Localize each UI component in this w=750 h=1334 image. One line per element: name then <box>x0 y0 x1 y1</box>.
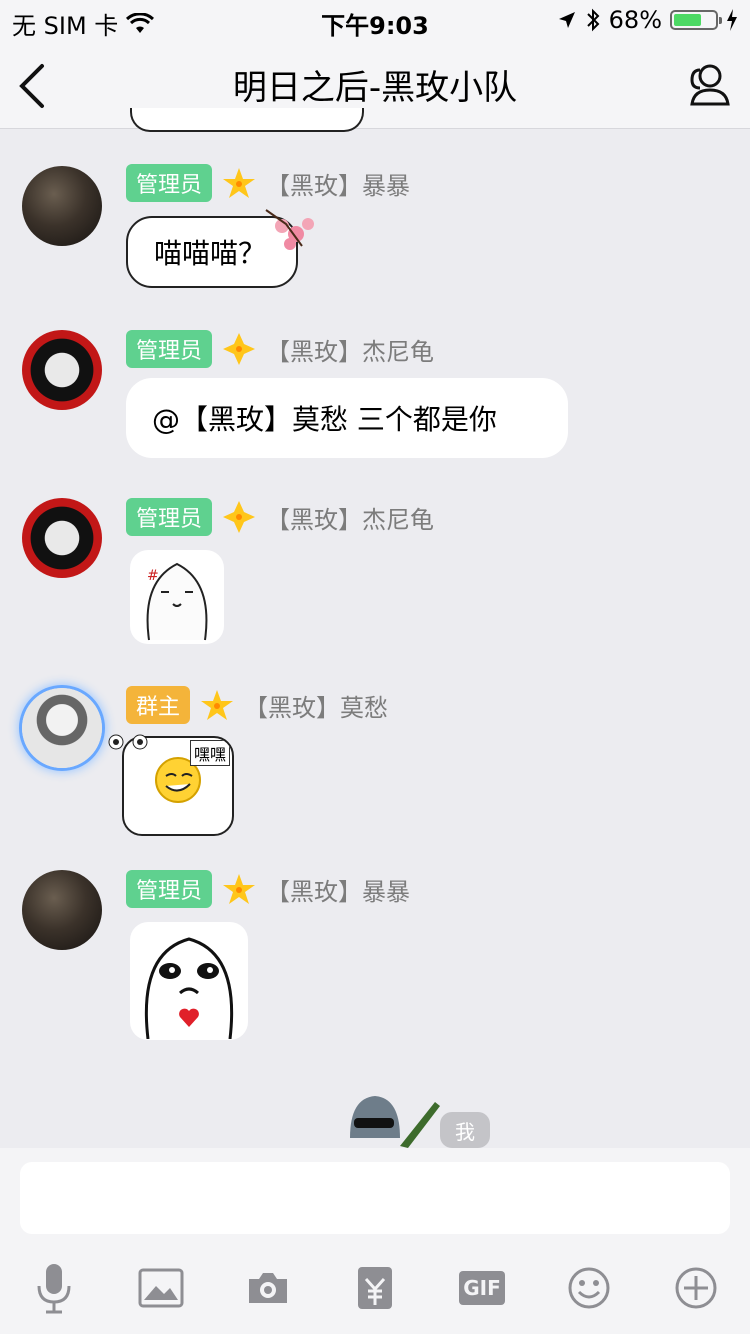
message-meta: 管理员 【黑玫】杰尼龟 <box>126 330 434 368</box>
owner-badge: 群主 <box>126 686 191 724</box>
emoji-icon[interactable] <box>559 1258 619 1318</box>
message-meta: 群主 【黑玫】莫愁 <box>126 686 388 724</box>
star-icon <box>223 874 256 904</box>
owner-avatar[interactable] <box>22 688 102 768</box>
red-packet-icon[interactable] <box>345 1258 405 1318</box>
microphone-icon[interactable] <box>24 1258 84 1318</box>
status-right: 68% <box>557 6 738 34</box>
message-text: @【黑玫】莫愁 三个都是你 <box>152 403 497 436</box>
self-avatar-decoration <box>350 1096 440 1148</box>
sender-name: 【黑玫】杰尼龟 <box>266 505 435 534</box>
message-meta: 管理员 【黑玫】杰尼龟 <box>126 498 434 536</box>
self-tag: 我 <box>440 1112 490 1148</box>
sender-name: 【黑玫】暴暴 <box>266 877 411 906</box>
star-icon <box>201 690 234 720</box>
status-bar: 无 SIM 卡 下午9:03 68% <box>0 0 750 40</box>
blush-face-sticker[interactable]: # <box>130 550 224 644</box>
bluetooth-icon <box>586 8 600 32</box>
sender-name: 【黑玫】杰尼龟 <box>266 337 435 366</box>
camera-icon[interactable] <box>238 1258 298 1318</box>
admin-badge: 管理员 <box>126 498 213 536</box>
image-icon[interactable] <box>131 1258 191 1318</box>
location-icon <box>558 12 575 28</box>
diamond-star-icon <box>223 501 256 533</box>
gif-label: GIF <box>459 1271 505 1305</box>
heart-face-icon <box>144 937 234 1039</box>
chat-title: 明日之后-黑玫小队 <box>232 68 518 108</box>
diamond-star-icon <box>223 333 256 365</box>
star-icon <box>223 168 256 198</box>
sticker-caption: 嘿嘿 <box>189 740 230 766</box>
sender-name: 【黑玫】暴暴 <box>266 171 411 200</box>
svg-text:#: # <box>147 568 159 584</box>
input-area: GIF <box>0 1148 750 1334</box>
avatar[interactable] <box>22 330 102 410</box>
charging-icon <box>727 9 737 31</box>
message-meta: 管理员 【黑玫】暴暴 <box>126 164 410 202</box>
blush-face-icon: # <box>146 562 208 641</box>
avatar[interactable] <box>22 498 102 578</box>
message-input[interactable] <box>20 1162 730 1234</box>
plus-icon[interactable] <box>666 1258 726 1318</box>
nav-bar: 明日之后-黑玫小队 <box>0 40 750 129</box>
battery-percent: 68% <box>608 6 662 34</box>
heart-face-sticker[interactable] <box>130 922 248 1040</box>
sender-name: 【黑玫】莫愁 <box>244 693 389 722</box>
avatar[interactable] <box>22 870 102 950</box>
message-bubble[interactable]: @【黑玫】莫愁 三个都是你 <box>126 378 568 458</box>
blossom-decoration-icon <box>265 209 314 250</box>
input-toolbar: GIF <box>0 1258 750 1318</box>
admin-badge: 管理员 <box>126 330 213 368</box>
message-meta: 管理员 【黑玫】暴暴 <box>126 870 410 908</box>
gif-icon[interactable]: GIF <box>452 1258 512 1318</box>
group-members-icon[interactable] <box>682 60 734 110</box>
battery-icon <box>670 10 722 30</box>
battery-level <box>674 14 701 26</box>
admin-badge: 管理员 <box>126 164 213 202</box>
admin-badge: 管理员 <box>126 870 213 908</box>
avatar[interactable] <box>22 166 102 246</box>
previous-bubble-edge <box>130 108 364 132</box>
peeking-eyes-icon <box>108 734 148 750</box>
message-text: 喵喵喵？ <box>154 237 267 270</box>
